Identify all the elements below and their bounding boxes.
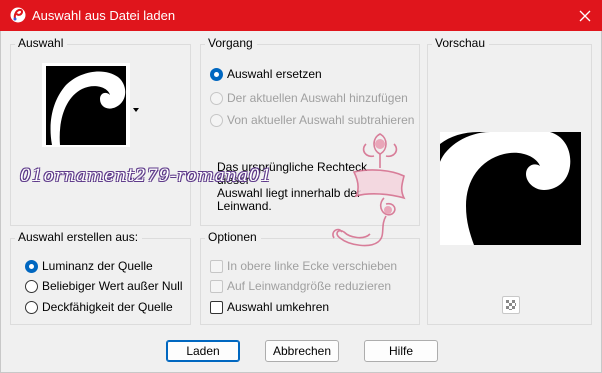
radio-auswahl-hinzufuegen[interactable]: Der aktuellen Auswahl hinzufügen — [210, 90, 408, 106]
radio-button-checked[interactable] — [25, 259, 38, 273]
radio-auswahl-ersetzen[interactable]: Auswahl ersetzen — [210, 66, 322, 82]
help-button[interactable]: Hilfe — [364, 340, 438, 362]
checkbox[interactable] — [210, 279, 223, 293]
erstellen-group-label: Auswahl erstellen aus: — [15, 230, 143, 244]
vorgang-group-label: Vorgang — [205, 36, 257, 50]
radio-label: Der aktuellen Auswahl hinzufügen — [227, 91, 408, 105]
auswahl-group-label: Auswahl — [15, 36, 68, 50]
thumbnail-dropdown-arrow-icon[interactable] — [133, 101, 139, 112]
close-icon — [579, 10, 591, 22]
checkbox[interactable] — [210, 259, 223, 273]
checkerboard-icon — [506, 300, 516, 310]
radio-label: Von aktueller Auswahl subtrahieren — [227, 113, 415, 127]
title-bar: Auswahl aus Datei laden — [0, 0, 602, 31]
radio-auswahl-subtrahieren[interactable]: Von aktueller Auswahl subtrahieren — [210, 112, 414, 128]
filename-watermark: 01ornament279-romana01 — [20, 166, 273, 186]
selection-thumbnail-image — [46, 66, 126, 145]
radio-button[interactable] — [210, 113, 223, 127]
close-button[interactable] — [571, 4, 599, 28]
radio-label: Luminanz der Quelle — [42, 259, 153, 273]
radio-button[interactable] — [25, 279, 38, 293]
radio-button[interactable] — [210, 91, 223, 105]
load-button[interactable]: Laden — [166, 340, 240, 362]
optionen-group-label: Optionen — [205, 230, 261, 244]
radio-luminanz[interactable]: Luminanz der Quelle — [25, 258, 153, 274]
radio-button-checked[interactable] — [210, 67, 223, 81]
vorschau-group-label: Vorschau — [432, 36, 490, 50]
transparency-toggle-button[interactable] — [502, 296, 520, 314]
window-title: Auswahl aus Datei laden — [32, 8, 176, 23]
checkbox[interactable] — [210, 300, 223, 314]
radio-button[interactable] — [25, 300, 38, 314]
radio-beliebiger-wert[interactable]: Beliebiger Wert außer Null — [25, 278, 183, 294]
cancel-button[interactable]: Abbrechen — [265, 340, 339, 362]
radio-label: Auswahl ersetzen — [227, 67, 322, 81]
radio-label: Deckfähigkeit der Quelle — [42, 300, 173, 314]
checkbox-label: Auf Leinwandgröße reduzieren — [227, 279, 392, 293]
radio-deckfaehigkeit[interactable]: Deckfähigkeit der Quelle — [25, 299, 173, 315]
checkbox-leinwandgroesse[interactable]: Auf Leinwandgröße reduzieren — [210, 278, 391, 294]
checkbox-label: Auswahl umkehren — [227, 300, 330, 314]
checkbox-label: In obere linke Ecke verschieben — [227, 259, 398, 273]
preview-image — [440, 132, 581, 245]
ornament-watermark-logo — [330, 128, 414, 250]
radio-label: Beliebiger Wert außer Null — [42, 279, 183, 293]
selection-thumbnail[interactable] — [42, 63, 130, 147]
checkbox-auswahl-umkehren[interactable]: Auswahl umkehren — [210, 299, 329, 315]
checkbox-obere-linke-ecke[interactable]: In obere linke Ecke verschieben — [210, 258, 397, 274]
paintshop-app-icon — [10, 7, 26, 23]
